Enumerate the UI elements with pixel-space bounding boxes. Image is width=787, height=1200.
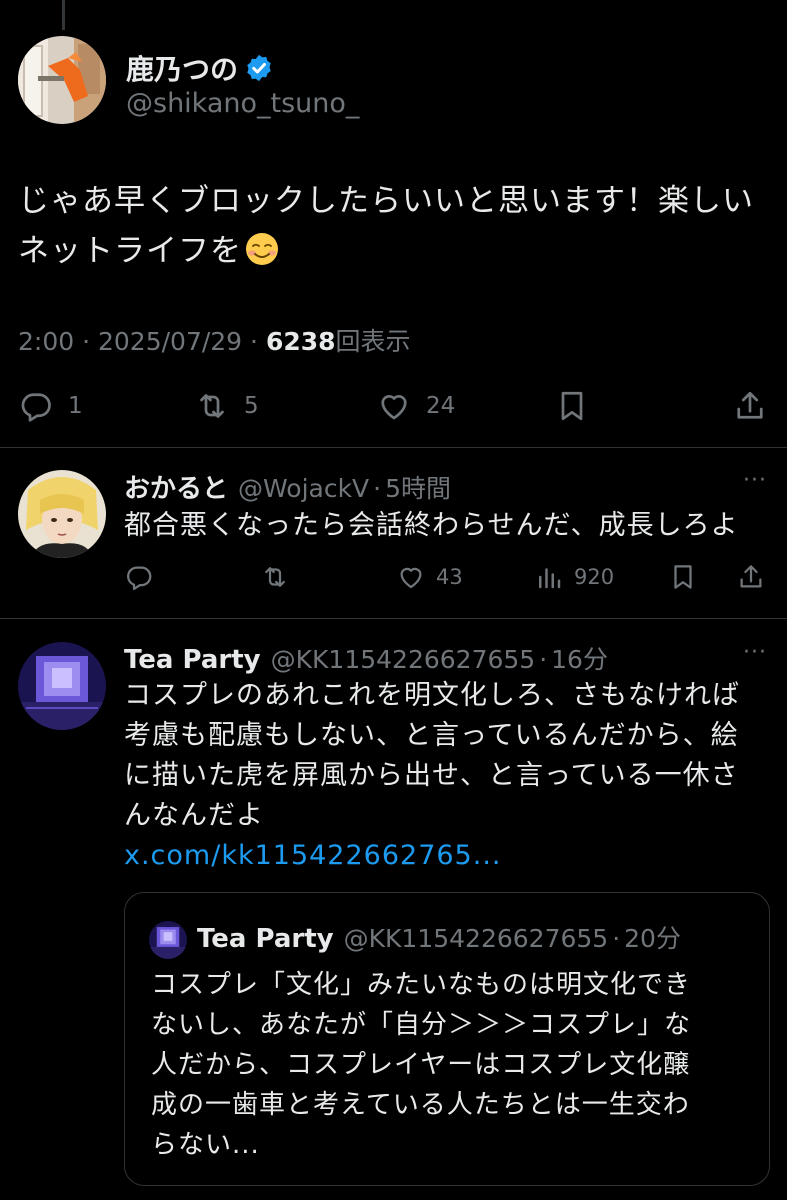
quoted-author-avatar (149, 921, 187, 959)
like-count: 43 (436, 565, 463, 589)
meta-separator: · (82, 327, 91, 356)
views-icon (539, 568, 561, 589)
main-tweet-text-line: じゃあ早くブロックしたらいいと思います！楽しい (18, 183, 754, 219)
reply-header: Tea Party @KK1154226627655 · 16分 (124, 640, 608, 676)
share-button[interactable] (732, 388, 768, 424)
quoted-tweet-header: Tea Party @KK1154226627655 · 20分 (197, 919, 681, 955)
quoted-tweet-card[interactable]: Tea Party @KK1154226627655 · 20分 コスプレ「文化… (124, 892, 770, 1186)
meta-separator: · (612, 924, 621, 953)
reply-button[interactable] (124, 562, 154, 592)
thread-connector-line (62, 0, 65, 30)
quoted-tweet-text: コスプレ「文化」みたいなものは明文化でき ないし、あなたが「自分＞＞＞コスプレ」… (151, 965, 691, 1165)
smiling-face-emoji (246, 233, 278, 265)
meta-separator: · (373, 474, 382, 503)
reply-time[interactable]: 5時間 (385, 469, 451, 505)
reply-text: コスプレのあれこれを明文化しろ、さもなければ 考慮も配慮もしない、と言っているん… (124, 676, 740, 876)
quoted-text-line: ないし、あなたが「自分＞＞＞コスプレ」な (151, 1010, 692, 1040)
reply-header: おかると @WojackV · 5時間 (124, 468, 451, 505)
like-icon (400, 567, 422, 589)
quoted-author-handle: @KK1154226627655 (343, 924, 609, 953)
retweet-button[interactable] (260, 562, 290, 592)
reply-text: 都合悪くなったら会話終わらせんだ、成長しろよ (124, 506, 739, 546)
reply-author-avatar[interactable] (18, 470, 106, 558)
main-author-avatar[interactable] (18, 36, 106, 124)
more-options-icon[interactable]: ··· (743, 468, 767, 493)
reply-tweet[interactable]: おかると @WojackV · 5時間 ··· 都合悪くなったら会話終わらせんだ… (0, 468, 787, 618)
reply-button[interactable]: 1 (18, 388, 83, 424)
retweet-button[interactable]: 5 (194, 388, 259, 424)
share-button[interactable] (736, 562, 766, 592)
quoted-text-line: らない... (151, 1130, 260, 1160)
reply-actions: 43 920 (124, 562, 770, 598)
views-button[interactable]: 920 (534, 562, 614, 592)
reply-count: 1 (68, 393, 83, 419)
retweet-icon (200, 394, 224, 418)
tweet-meta: 2:00 · 2025/07/29 · 6238回表示 (18, 322, 411, 358)
like-count: 24 (426, 393, 456, 419)
reply-author-name[interactable]: おかると (124, 468, 228, 505)
meta-separator: · (250, 327, 258, 356)
verified-badge-icon (247, 54, 271, 82)
bookmark-icon (674, 565, 692, 589)
reply-author-name[interactable]: Tea Party (124, 645, 261, 675)
tweet-date[interactable]: 2025/07/29 (98, 327, 242, 356)
views-count: 920 (574, 565, 615, 589)
reply-time[interactable]: 16分 (551, 640, 608, 676)
main-author-handle[interactable]: @shikano_tsuno_ (126, 88, 359, 119)
quoted-text-line: コスプレ「文化」みたいなものは明文化でき (151, 970, 692, 1000)
reply-text-line: 都合悪くなったら会話終わらせんだ、成長しろよ (124, 510, 739, 541)
tweet-detail-page: 鹿乃つの @shikano_tsuno_ じゃあ早くブロックしたらいいと思います… (0, 0, 787, 1200)
main-tweet-header: 鹿乃つの @shikano_tsuno_ (18, 36, 768, 128)
reply-author-avatar[interactable] (18, 642, 106, 730)
reply-icon (21, 393, 51, 422)
reply-tweet[interactable]: Tea Party @KK1154226627655 · 16分 ··· コスプ… (0, 640, 787, 1200)
more-options-icon[interactable]: ··· (743, 640, 767, 665)
main-author-name[interactable]: 鹿乃つの (126, 48, 238, 88)
main-tweet-text: じゃあ早くブロックしたらいいと思います！楽しい ネットライフを (18, 176, 768, 276)
reply-text-line: コスプレのあれこれを明文化しろ、さもなければ (124, 680, 740, 711)
main-tweet-text-line-2: ネットライフを (18, 226, 768, 276)
divider (0, 618, 787, 619)
quoted-text-line: 人だから、コスプレイヤーはコスプレ文化醸 (151, 1050, 691, 1080)
bookmark-button[interactable] (668, 562, 698, 592)
like-button[interactable]: 43 (396, 562, 463, 592)
reply-text-line: 考慮も配慮もしない、と言っているんだから、絵 (124, 720, 739, 751)
quoted-text-line: 成の一歯車と考えている人たちとは一生交わ (151, 1090, 690, 1120)
quoted-author-name: Tea Party (197, 924, 334, 954)
reply-link[interactable]: x.com/kk115422662765... (124, 836, 740, 876)
like-icon (381, 395, 407, 420)
views-count: 6238 (265, 327, 336, 356)
reply-text-line: んなんだよ (124, 800, 264, 831)
reply-author-handle[interactable]: @WojackV (238, 474, 369, 503)
views-label: 回表示 (335, 327, 411, 356)
reply-text-line: に描いた虎を屏風から出せ、と言っている一休さ (124, 760, 739, 791)
share-icon (740, 565, 762, 588)
like-button[interactable]: 24 (376, 388, 455, 424)
tweet-time[interactable]: 2:00 (18, 327, 74, 356)
reply-author-handle[interactable]: @KK1154226627655 (271, 645, 536, 674)
main-tweet-text-line: ネットライフを (18, 233, 242, 269)
share-icon (737, 391, 763, 419)
divider (0, 447, 787, 448)
quoted-time: 20分 (624, 924, 681, 953)
meta-separator: · (539, 645, 548, 674)
bookmark-button[interactable] (554, 388, 590, 424)
main-tweet-actions: 1 5 24 (18, 388, 770, 428)
retweet-count: 5 (244, 393, 259, 419)
retweet-icon (265, 567, 285, 587)
reply-icon (127, 566, 152, 590)
bookmark-icon (561, 391, 583, 421)
